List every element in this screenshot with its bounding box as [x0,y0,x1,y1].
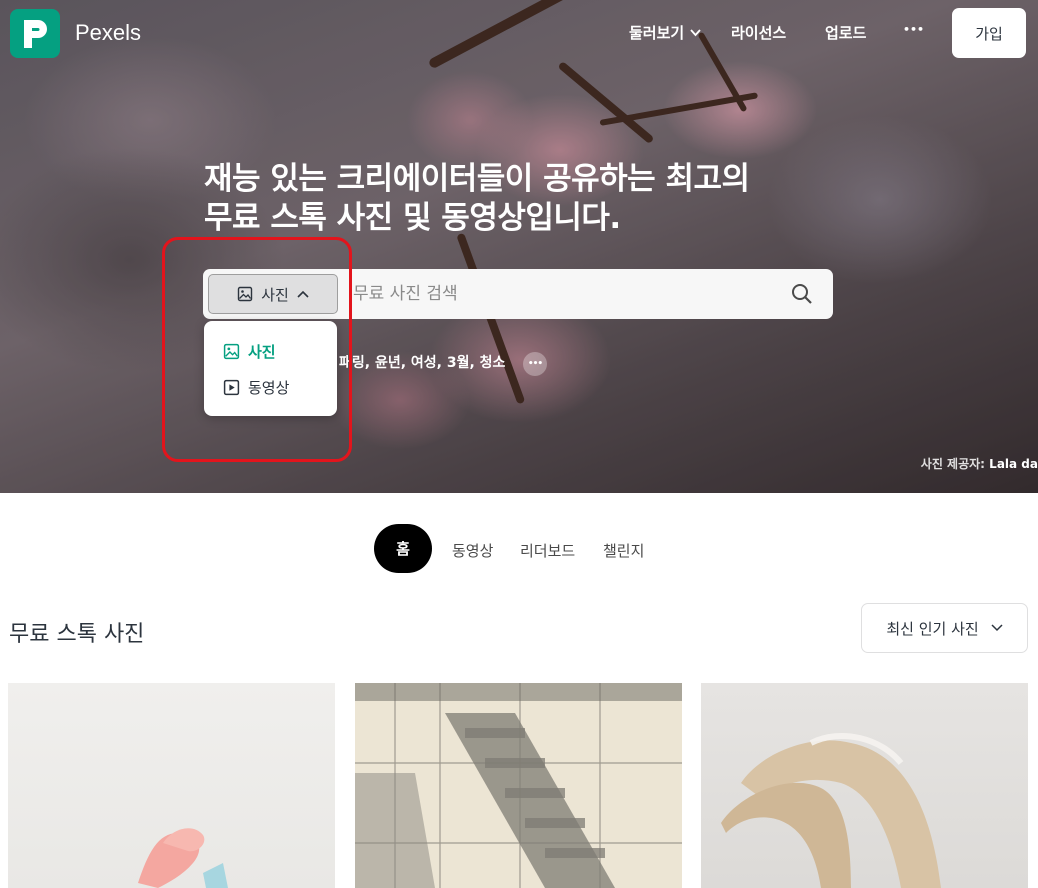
credit-label: 사진 제공자: [920,457,985,471]
trending-searches[interactable]: 패링, 윤년, 여성, 3월, 청소 [339,352,505,372]
signup-button[interactable]: 가입 [952,8,1026,58]
photo-card[interactable] [355,683,682,888]
tab-leaderboard[interactable]: 리더보드 [520,540,575,561]
credit-author[interactable]: Lala da [989,457,1038,471]
nav-upload[interactable]: 업로드 [825,22,866,43]
tab-home[interactable]: 홈 [374,524,432,573]
highlight-annotation-box [162,237,352,462]
tab-videos[interactable]: 동영상 [452,540,493,561]
tab-challenges[interactable]: 챌린지 [603,540,644,561]
photo-stair-shadow [355,683,682,888]
photo-pampas-grass [721,733,941,888]
photo-pink-ribbon [138,828,228,888]
pexels-logo[interactable] [10,9,60,58]
chevron-down-icon [991,624,1003,632]
chevron-down-icon [690,28,701,36]
search-input[interactable] [353,269,773,319]
brand-name[interactable]: Pexels [75,20,141,46]
nav-license[interactable]: 라이선스 [731,22,786,43]
photo-card[interactable] [701,683,1028,888]
hero-headline: 재능 있는 크리에이터들이 공유하는 최고의 무료 스톡 사진 및 동영상입니다… [204,160,750,238]
more-trending-icon[interactable]: ••• [523,352,547,376]
headline-line-2: 무료 스톡 사진 및 동영상입니다. [204,200,621,236]
sort-label: 최신 인기 사진 [886,619,979,638]
logo-mark-icon [24,19,47,48]
photo-card[interactable] [8,683,335,888]
headline-line-1: 재능 있는 크리에이터들이 공유하는 최고의 [204,161,750,197]
sort-dropdown[interactable]: 최신 인기 사진 [861,603,1028,653]
photo-credit[interactable]: 사진 제공자: Lala da [921,455,1038,472]
nav-explore-label: 둘러보기 [629,24,685,42]
more-menu-icon[interactable]: ••• [903,23,924,36]
nav-explore[interactable]: 둘러보기 [629,22,701,43]
hero-background-photo [0,0,1038,493]
section-title: 무료 스톡 사진 [9,622,145,647]
search-icon[interactable] [790,282,816,308]
